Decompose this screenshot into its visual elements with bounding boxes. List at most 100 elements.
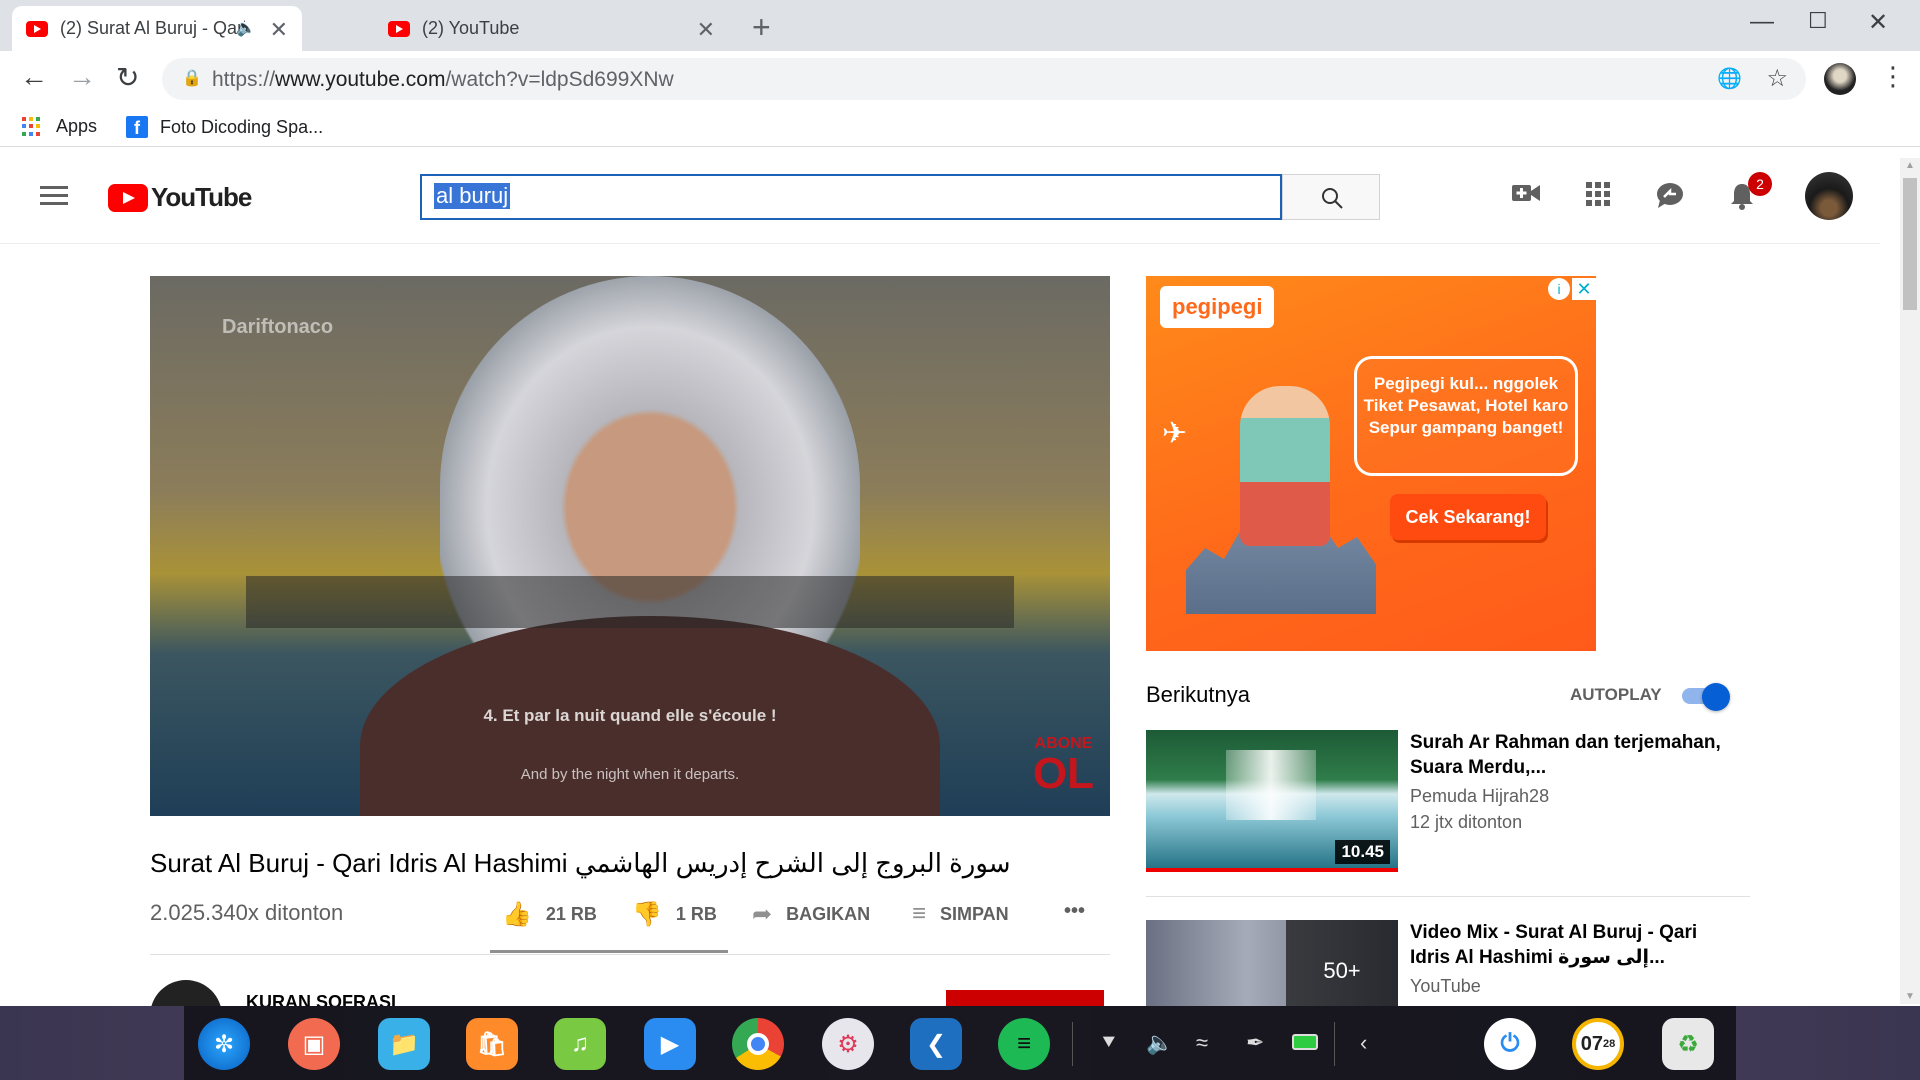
search-button[interactable] [1282,174,1380,220]
hamburger-menu-icon[interactable] [40,186,68,206]
suggested-video-channel: Pemuda Hijrah28 [1410,786,1550,806]
spotify-icon[interactable]: ≡ [998,1018,1050,1070]
bookmark-star-icon[interactable]: ☆ [1766,64,1788,93]
save-label: SIMPAN [940,903,1009,924]
ad-close-icon[interactable]: ✕ [1572,278,1596,300]
minimize-icon[interactable]: — [1750,8,1774,36]
video-thumbnail[interactable]: 10.45 [1146,730,1398,872]
translate-icon[interactable]: 🌐 [1717,66,1742,91]
file-manager-icon[interactable]: 📁 [378,1018,430,1070]
page-scrollbar[interactable]: ▲ ▼ [1900,158,1920,1004]
facebook-icon: f [126,116,148,138]
scroll-up-icon[interactable]: ▲ [1905,160,1915,171]
bookmark-apps[interactable]: Apps [22,116,97,137]
app-store-icon[interactable]: 🛍 [466,1018,518,1070]
ad-cta-button[interactable]: Cek Sekarang! [1390,494,1546,540]
ad-info-icon[interactable]: i [1548,278,1570,300]
suggested-mix[interactable]: 50+ Video Mix - Surat Al Buruj - Qari Id… [1146,920,1750,1006]
autoplay-toggle[interactable] [1682,683,1732,711]
tab-youtube[interactable]: (2) YouTube ✕ [374,6,729,51]
youtube-wordmark: YouTube [151,182,252,212]
like-count: 21 RB [545,904,597,924]
browser-profile-avatar[interactable] [1824,63,1856,95]
battery-icon[interactable] [1292,1034,1318,1050]
pegipegi-logo: pegipegi [1160,286,1275,328]
messages-icon[interactable] [1656,182,1684,208]
share-arrow-icon: ➦ [752,901,773,928]
playlist-count: 50+ [1323,958,1361,983]
wifi-icon[interactable]: ≈ [1196,1030,1208,1056]
trash-icon[interactable]: ♻ [1662,1018,1714,1070]
close-tab-icon[interactable]: ✕ [270,17,288,43]
video-player[interactable]: Dariftonaco 4. Et par la nuit quand elle… [150,276,1110,816]
playlist-overlay: 50+ [1286,920,1398,1006]
sentiment-bar [490,950,728,953]
video-player-icon[interactable]: ▶ [644,1018,696,1070]
dislike-button[interactable]: 👎 1 RB [632,900,717,929]
new-tab-button[interactable]: + [752,9,771,46]
bookmark-label: Foto Dicoding Spa... [160,116,324,137]
settings-icon[interactable]: ⚙ [822,1018,874,1070]
address-bar[interactable]: 🔒 https://www.youtube.com/watch?v=ldpSd6… [162,58,1806,100]
browser-menu-icon[interactable]: ⋮ [1880,61,1906,92]
reload-icon[interactable]: ↻ [116,61,139,94]
youtube-play-icon [108,183,148,212]
suggested-mix-title[interactable]: Video Mix - Surat Al Buruj - Qari Idris … [1410,920,1740,970]
more-actions-button[interactable]: ••• [1064,900,1085,923]
display-ad[interactable]: pegipegi i ✕ ✈ Pegipegi kul... nggolek T… [1146,276,1596,651]
share-label: BAGIKAN [786,904,871,924]
power-icon[interactable]: ⏻ [1484,1018,1536,1070]
volume-icon[interactable]: 🔈 [1146,1030,1173,1056]
like-button[interactable]: 👍 21 RB [502,900,597,929]
share-button[interactable]: ➦ BAGIKAN [752,900,870,929]
browser-toolbar: ← → ↻ 🔒 https://www.youtube.com/watch?v=… [0,51,1920,107]
music-icon[interactable]: ♫ [554,1018,606,1070]
arabic-caption-bar [246,576,1014,628]
apps-icon[interactable] [1586,182,1610,206]
suggested-video[interactable]: 10.45 Surah Ar Rahman dan terjemahan, Su… [1146,730,1750,872]
back-arrow-icon[interactable]: ← [20,61,48,93]
lock-icon: 🔒 [182,70,202,87]
dislike-count: 1 RB [675,904,717,924]
search-query-text: al buruj [434,183,511,209]
save-button[interactable]: ≡ SIMPAN [912,900,1009,928]
suggested-mix-channel: YouTube [1410,976,1481,996]
screen-recorder-icon[interactable]: ▣ [288,1018,340,1070]
search-input[interactable]: al buruj [420,174,1282,220]
vscode-icon[interactable]: ❮ [910,1018,962,1070]
browser-tab-strip: (2) Surat Al Buruj - Qari Idris Al Hashi… [0,0,1920,51]
create-video-icon[interactable] [1512,182,1540,204]
divider [1146,896,1750,897]
audio-playing-icon[interactable]: 🔈 [236,18,256,38]
youtube-favicon-icon [26,20,48,37]
forward-arrow-icon[interactable]: → [68,61,96,93]
clock-widget[interactable]: 07 28 [1572,1018,1624,1070]
collapse-arrow-icon[interactable]: ‹ [1360,1030,1367,1056]
pen-icon[interactable]: ✒ [1246,1030,1264,1056]
usb-icon[interactable]: ⯆ [1100,1030,1118,1056]
tab-surat-al-buruj[interactable]: (2) Surat Al Buruj - Qari Idris Al Hashi… [12,6,302,51]
scrollbar-thumb[interactable] [1903,178,1917,310]
video-subtitle-french: 4. Et par la nuit quand elle s'écoule ! [483,706,777,725]
youtube-logo[interactable]: YouTube [108,182,252,213]
close-tab-icon[interactable]: ✕ [697,17,715,43]
bookmark-foto-dicoding[interactable]: f Foto Dicoding Spa... [126,116,323,138]
apps-grid-icon [22,116,42,137]
suggested-video-views: 12 jtx ditonton [1410,812,1523,832]
youtube-favicon-icon [388,20,410,37]
chrome-icon[interactable] [732,1018,784,1070]
ad-speech-bubble: Pegipegi kul... nggolek Tiket Pesawat, H… [1354,356,1578,476]
user-avatar[interactable] [1805,172,1853,220]
close-window-icon[interactable]: ✕ [1868,8,1888,37]
scroll-down-icon[interactable]: ▼ [1905,991,1915,1002]
mix-thumbnail[interactable]: 50+ [1146,920,1398,1006]
url-text: https://www.youtube.com/watch?v=ldpSd699… [212,68,674,91]
ad-family-illustration [1240,386,1330,546]
thumbs-down-icon: 👎 [632,901,662,928]
suggested-video-title[interactable]: Surah Ar Rahman dan terjemahan, Suara Me… [1410,730,1740,780]
search-icon [1322,188,1343,209]
dock-separator [1072,1022,1073,1066]
deepin-launcher-icon[interactable]: ✼ [198,1018,250,1070]
maximize-icon[interactable]: ☐ [1808,8,1828,34]
video-subtitle-english: And by the night when it departs. [520,766,740,783]
